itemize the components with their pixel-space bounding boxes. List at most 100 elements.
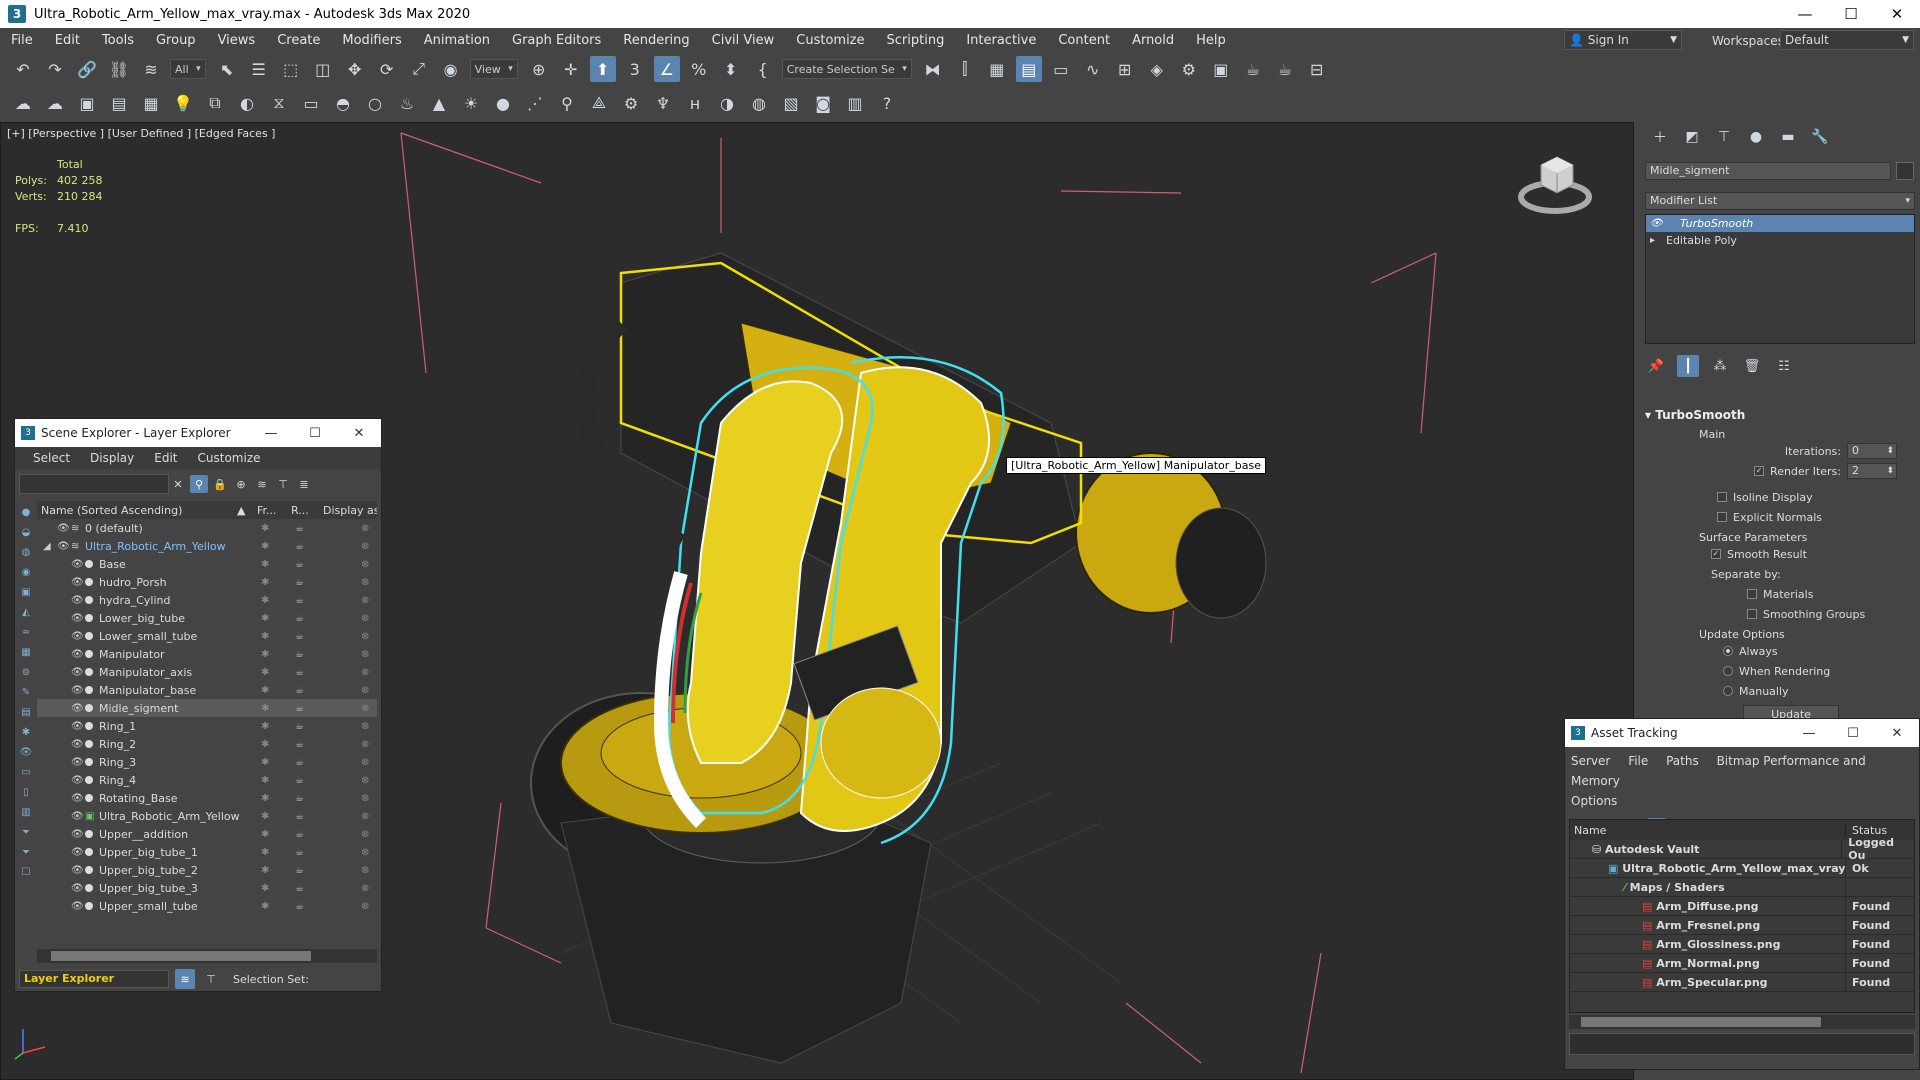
explicit-normals-checkbox[interactable] [1717, 512, 1727, 522]
display-box-icon[interactable]: ⊗ [361, 829, 369, 840]
explorer-type-dropdown[interactable]: Layer Explorer [19, 970, 169, 988]
workspace-dropdown[interactable]: Default ▼ [1780, 30, 1914, 50]
se-menu-edit[interactable]: Edit [154, 451, 177, 465]
hierarchy-tab-icon[interactable]: ⊤ [1712, 126, 1736, 148]
vray-settings-icon[interactable]: ▥ [842, 90, 868, 116]
vray-dome-light-icon[interactable]: ◓ [330, 90, 356, 116]
undo-icon[interactable]: ↶ [10, 56, 36, 82]
tree-row-group[interactable]: 👁 ▣ Ultra_Robotic_Arm_Yellow ✱ ☕ ⊗ [37, 807, 377, 825]
vray-light-lister-icon[interactable]: 💡 [170, 90, 196, 116]
render-teapot-icon[interactable]: ☕ [295, 721, 304, 732]
render-teapot-icon[interactable]: ☕ [295, 631, 304, 642]
at-menu-server[interactable]: Server [1571, 754, 1610, 768]
help-icon[interactable]: ? [874, 90, 900, 116]
tree-row-object[interactable]: 👁 Lower_big_tube ✱ ☕ ⊗ [37, 609, 377, 627]
manually-radio[interactable] [1723, 686, 1733, 696]
select-object-icon[interactable]: ⬉ [214, 56, 240, 82]
menu-modifiers[interactable]: Modifiers [331, 33, 412, 48]
asset-row[interactable]: ⛁ Autodesk Vault Logged Ou [1570, 836, 1914, 862]
vray-lister-icon[interactable]: ▧ [778, 90, 804, 116]
container-icon[interactable]: ☐ [17, 863, 35, 881]
display-box-icon[interactable]: ⊗ [361, 739, 369, 750]
display-tab-icon[interactable]: ▬ [1776, 126, 1800, 148]
render-teapot-icon[interactable]: ☕ [295, 865, 304, 876]
always-radio[interactable] [1723, 646, 1733, 656]
visibility-eye-icon[interactable]: 👁 [71, 631, 85, 642]
minimize-button[interactable]: — [1787, 719, 1831, 747]
menu-arnold[interactable]: Arnold [1121, 33, 1185, 48]
visibility-eye-icon[interactable]: 👁 [71, 883, 85, 894]
display-lights-icon[interactable]: ◉ [17, 563, 35, 581]
tree-row-layer[interactable]: ◢ 👁 ≋ Ultra_Robotic_Arm_Yellow ✱ ☕ ⊗ [37, 537, 377, 555]
vray-frame-buffer-icon[interactable]: ▣ [74, 90, 100, 116]
tree-row-object[interactable]: 👁 Rotating_Base ✱ ☕ ⊗ [37, 789, 377, 807]
at-menu-file[interactable]: File [1628, 754, 1648, 768]
visibility-eye-icon[interactable]: 👁 [71, 829, 85, 840]
se-menu-select[interactable]: Select [33, 451, 70, 465]
at-menu-bitmap-performance[interactable]: Bitmap Performance and Memory [1571, 754, 1866, 788]
se-menu-display[interactable]: Display [90, 451, 134, 465]
display-bones-icon[interactable]: ✎ [17, 683, 35, 701]
clear-search-icon[interactable]: ✕ [169, 475, 187, 493]
viewcube-icon[interactable] [1517, 151, 1593, 217]
place-icon[interactable]: ◉ [438, 56, 464, 82]
tree-row-object[interactable]: 👁 Ring_1 ✱ ☕ ⊗ [37, 717, 377, 735]
asset-tracking-titlebar[interactable]: 3 Asset Tracking — ☐ ✕ [1565, 719, 1919, 747]
freeze-icon[interactable]: ✱ [261, 883, 269, 894]
display-box-icon[interactable]: ⊗ [361, 613, 369, 624]
visibility-eye-icon[interactable]: 👁 [71, 901, 85, 912]
freeze-icon[interactable]: ✱ [261, 595, 269, 606]
vray-cloud-icon[interactable]: ☁ [42, 90, 68, 116]
vray-sphere-icon[interactable]: ⚙ [618, 90, 644, 116]
rendered-frame-window-icon[interactable]: ▣ [1208, 56, 1234, 82]
tree-row-object[interactable]: 👁 Lower_small_tube ✱ ☕ ⊗ [37, 627, 377, 645]
freeze-icon[interactable]: ✱ [261, 613, 269, 624]
render-teapot-icon[interactable]: ☕ [295, 847, 304, 858]
menu-create[interactable]: Create [266, 33, 331, 48]
maximize-button[interactable]: ☐ [293, 419, 337, 447]
modifier-editable-poly[interactable]: ▸ Editable Poly [1646, 232, 1914, 249]
toggle-layer-explorer-icon[interactable]: ▤ [1015, 56, 1042, 82]
align-icon[interactable]: ⫿ [952, 56, 978, 82]
vray-plane-icon[interactable]: ⟁ [586, 90, 612, 116]
vray-cloud-submit-icon[interactable]: ◙ [810, 90, 836, 116]
vray-plane-light-icon[interactable]: ▭ [298, 90, 324, 116]
render-iterative-icon[interactable]: ☕ [1272, 56, 1298, 82]
when-rendering-radio[interactable] [1723, 666, 1733, 676]
column-name[interactable]: Name [1570, 823, 1846, 837]
freeze-icon[interactable]: ✱ [261, 541, 269, 552]
menu-content[interactable]: Content [1047, 33, 1121, 48]
bind-spacewarp-icon[interactable]: ≋ [138, 56, 164, 82]
render-teapot-icon[interactable]: ☕ [295, 829, 304, 840]
visibility-eye-icon[interactable]: 👁 [71, 721, 85, 732]
visibility-eye-icon[interactable]: 👁 [71, 577, 85, 588]
scrollbar-thumb[interactable] [51, 951, 311, 961]
vray-mesh-export-icon[interactable]: ⧉ [202, 90, 228, 116]
render-teapot-icon[interactable]: ☕ [295, 739, 304, 750]
visibility-eye-icon[interactable]: 👁 [71, 649, 85, 660]
tree-row-object[interactable]: 👁 Ring_3 ✱ ☕ ⊗ [37, 753, 377, 771]
toggle-scene-explorer-icon[interactable]: ▦ [984, 56, 1010, 82]
rotate-icon[interactable]: ⟳ [374, 56, 400, 82]
freeze-icon[interactable]: ✱ [261, 523, 269, 534]
move-icon[interactable]: ✥ [342, 56, 368, 82]
vray-ambient-light-icon[interactable]: ● [490, 90, 516, 116]
column-display[interactable]: Display as Bo [323, 504, 377, 517]
filter-funnel-2-icon[interactable]: ⏷ [17, 843, 35, 861]
display-box-icon[interactable]: ⊗ [361, 631, 369, 642]
display-box-icon[interactable]: ⊗ [361, 847, 369, 858]
display-box-icon[interactable]: ⊗ [361, 523, 369, 534]
menu-customize[interactable]: Customize [785, 33, 875, 48]
freeze-icon[interactable]: ✱ [261, 739, 269, 750]
display-groups-icon[interactable]: ▦ [17, 643, 35, 661]
render-teapot-icon[interactable]: ☕ [295, 559, 304, 570]
asset-row[interactable]: ▣ Ultra_Robotic_Arm_Yellow_max_vray.max … [1570, 858, 1914, 878]
visibility-eye-icon[interactable]: 👁 [71, 595, 85, 606]
display-spacewarps-icon[interactable]: ≈ [17, 623, 35, 641]
se-menu-customize[interactable]: Customize [198, 451, 261, 465]
column-frozen[interactable]: Fr... [257, 504, 291, 517]
tree-row-object[interactable]: 👁 Upper_big_tube_1 ✱ ☕ ⊗ [37, 843, 377, 861]
utilities-tab-icon[interactable]: 🔧 [1808, 126, 1832, 148]
render-teapot-icon[interactable]: ☕ [295, 775, 304, 786]
render-teapot-icon[interactable]: ☕ [295, 793, 304, 804]
